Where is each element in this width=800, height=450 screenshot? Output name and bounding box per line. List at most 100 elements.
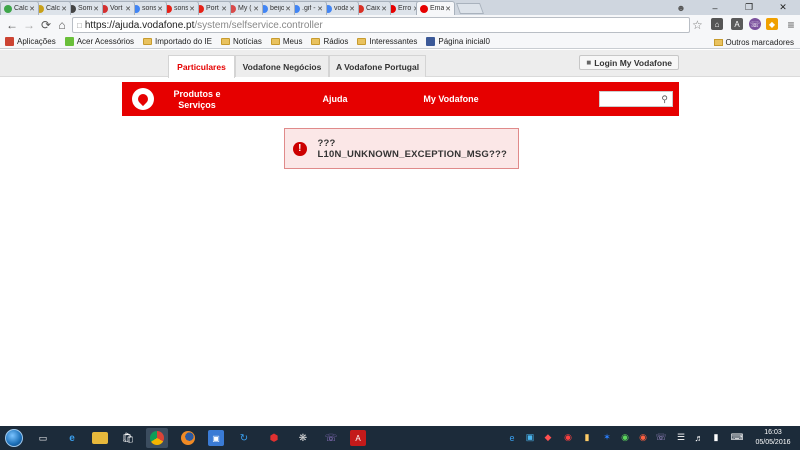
store-icon[interactable]: 🛍 (120, 430, 136, 446)
page-info-icon[interactable]: □ (77, 21, 82, 30)
tab-title: beijo (270, 5, 285, 12)
site-search-input[interactable]: ⚲ (599, 91, 673, 107)
bookmark-label: Interessantes (369, 37, 418, 46)
extension-a-icon[interactable]: A (731, 18, 743, 30)
menu-ajuda[interactable]: Ajuda (310, 94, 360, 105)
security-app-icon[interactable]: ⬢ (266, 430, 282, 446)
file-explorer-icon[interactable] (92, 432, 108, 444)
media-app-icon[interactable]: ❋ (295, 430, 311, 446)
chrome-menu-icon[interactable]: ≡ (782, 16, 800, 34)
chrome-taskbar-icon[interactable] (146, 428, 168, 448)
tab-title: sons (142, 5, 157, 12)
tab-title: .gif - (302, 5, 316, 12)
bookmark-item[interactable]: Página inicial0 (426, 37, 490, 46)
user-icon: ■ (586, 58, 592, 67)
address-bar[interactable]: □ https://ajuda.vodafone.pt/system/selfs… (72, 17, 690, 33)
ie-icon[interactable]: ↻ (236, 430, 252, 446)
browser-tab[interactable]: Emai✕ (416, 1, 455, 15)
taskbar-clock[interactable]: 16:03 05/05/2016 (752, 428, 794, 448)
url-path: /system/selfservice.controller (194, 19, 323, 31)
keyboard-icon[interactable]: ⌨ (730, 432, 744, 443)
folder-icon (270, 38, 280, 45)
close-tab-icon[interactable]: ✕ (285, 5, 291, 13)
edge-browser-icon[interactable]: e (64, 430, 80, 446)
maximize-button[interactable]: ❐ (732, 0, 766, 15)
browser-toolbar: ← → ⟳ ⌂ □ https://ajuda.vodafone.pt/syst… (0, 15, 800, 35)
close-tab-icon[interactable]: ✕ (221, 5, 227, 13)
tray-photos-icon[interactable]: ▣ (525, 432, 535, 443)
bookmark-item[interactable]: Notícias (220, 37, 262, 46)
close-tab-icon[interactable]: ✕ (189, 5, 195, 13)
close-tab-icon[interactable]: ✕ (125, 5, 131, 13)
bookmark-item[interactable]: Aplicações (5, 37, 56, 46)
close-tab-icon[interactable]: ✕ (317, 5, 323, 13)
tray-app-icon[interactable]: ◆ (543, 432, 553, 443)
new-tab-button[interactable] (455, 3, 485, 14)
back-button[interactable]: ← (3, 16, 21, 34)
bookmark-label: Acer Acessórios (76, 37, 135, 46)
folder-icon (357, 38, 367, 45)
extension-orange-icon[interactable]: ◆ (766, 18, 778, 30)
menu-produtos-servicos[interactable]: Produtos e Serviços (166, 89, 228, 111)
login-my-vodafone-button[interactable]: ■ Login My Vodafone (579, 55, 679, 70)
bookmark-item[interactable]: Acer Acessórios (64, 37, 135, 46)
photos-icon[interactable]: ▣ (208, 430, 224, 446)
bookmark-item[interactable]: Importado do IE (143, 37, 212, 46)
acer-icon (64, 37, 74, 46)
search-icon[interactable]: ⚲ (661, 94, 668, 105)
bluetooth-icon[interactable]: ✶ (602, 432, 612, 443)
tab-list: Calcı✕Calcı✕Som✕Vort✕sons✕sons✕Port✕My (… (0, 1, 485, 15)
task-view-icon[interactable]: ▭ (35, 430, 51, 446)
bookmark-item[interactable]: Meus (270, 37, 302, 46)
close-tab-icon[interactable]: ✕ (157, 5, 163, 13)
bookmark-star-icon[interactable]: ☆ (692, 18, 703, 32)
url-host: https://ajuda.vodafone.pt (84, 19, 195, 31)
bookmark-item[interactable]: Interessantes (357, 37, 417, 46)
tab-title: voda (334, 5, 349, 12)
tray-orange-icon[interactable]: ◉ (638, 432, 648, 443)
tray-viber-icon[interactable]: ☏ (655, 432, 666, 443)
firefox-icon[interactable] (180, 430, 196, 446)
close-window-button[interactable]: ✕ (766, 0, 800, 15)
tab-label: Particulares (177, 62, 226, 72)
browser-tab[interactable]: Calcı✕ (0, 1, 39, 15)
vodafone-logo[interactable] (132, 88, 154, 110)
tab-particulares[interactable]: Particulares (168, 55, 235, 78)
viber-extension-icon[interactable]: ☏ (749, 18, 761, 30)
tray-edge-icon[interactable]: e (507, 432, 517, 443)
battery-icon[interactable]: ▮ (711, 432, 721, 443)
tray-folder-icon[interactable]: ▮ (582, 432, 592, 443)
profile-icon[interactable]: ☻ (672, 0, 690, 15)
menu-my-vodafone[interactable]: My Vodafone (419, 94, 483, 105)
close-tab-icon[interactable]: ✕ (445, 5, 451, 13)
tab-vodafone-negocios[interactable]: Vodafone Negócios (235, 55, 329, 77)
close-tab-icon[interactable]: ✕ (253, 5, 259, 13)
acrobat-icon[interactable]: A (350, 430, 366, 446)
wifi-icon[interactable]: ☰ (676, 432, 686, 443)
other-bookmarks[interactable]: Outros marcadores (713, 38, 794, 47)
tab-title: Calcı (46, 5, 61, 12)
tray-record-icon[interactable]: ◉ (563, 432, 573, 443)
menu-label-line1: Produtos e (173, 89, 221, 99)
extension-lock-icon[interactable]: ⌂ (711, 18, 723, 30)
tab-a-vodafone-portugal[interactable]: A Vodafone Portugal (329, 55, 426, 77)
vodafone-favicon (420, 4, 428, 13)
start-button[interactable] (5, 429, 23, 447)
tab-title: Som (78, 5, 93, 12)
volume-icon[interactable]: ♬ (694, 432, 704, 443)
tray-green-icon[interactable]: ◉ (620, 432, 630, 443)
minimize-button[interactable]: – (698, 0, 732, 15)
bookmark-label: Rádios (323, 37, 349, 46)
close-tab-icon[interactable]: ✕ (29, 5, 35, 13)
close-tab-icon[interactable]: ✕ (381, 5, 387, 13)
viber-icon[interactable]: ☏ (323, 430, 339, 446)
error-icon: ! (293, 141, 307, 156)
forward-button[interactable]: → (20, 16, 38, 34)
close-tab-icon[interactable]: ✕ (61, 5, 67, 13)
home-button[interactable]: ⌂ (53, 16, 71, 34)
tab-title: sons (174, 5, 189, 12)
close-tab-icon[interactable]: ✕ (349, 5, 355, 13)
tab-title: Calcı (14, 5, 29, 12)
bookmark-item[interactable]: Rádios (311, 37, 348, 46)
close-tab-icon[interactable]: ✕ (93, 5, 99, 13)
